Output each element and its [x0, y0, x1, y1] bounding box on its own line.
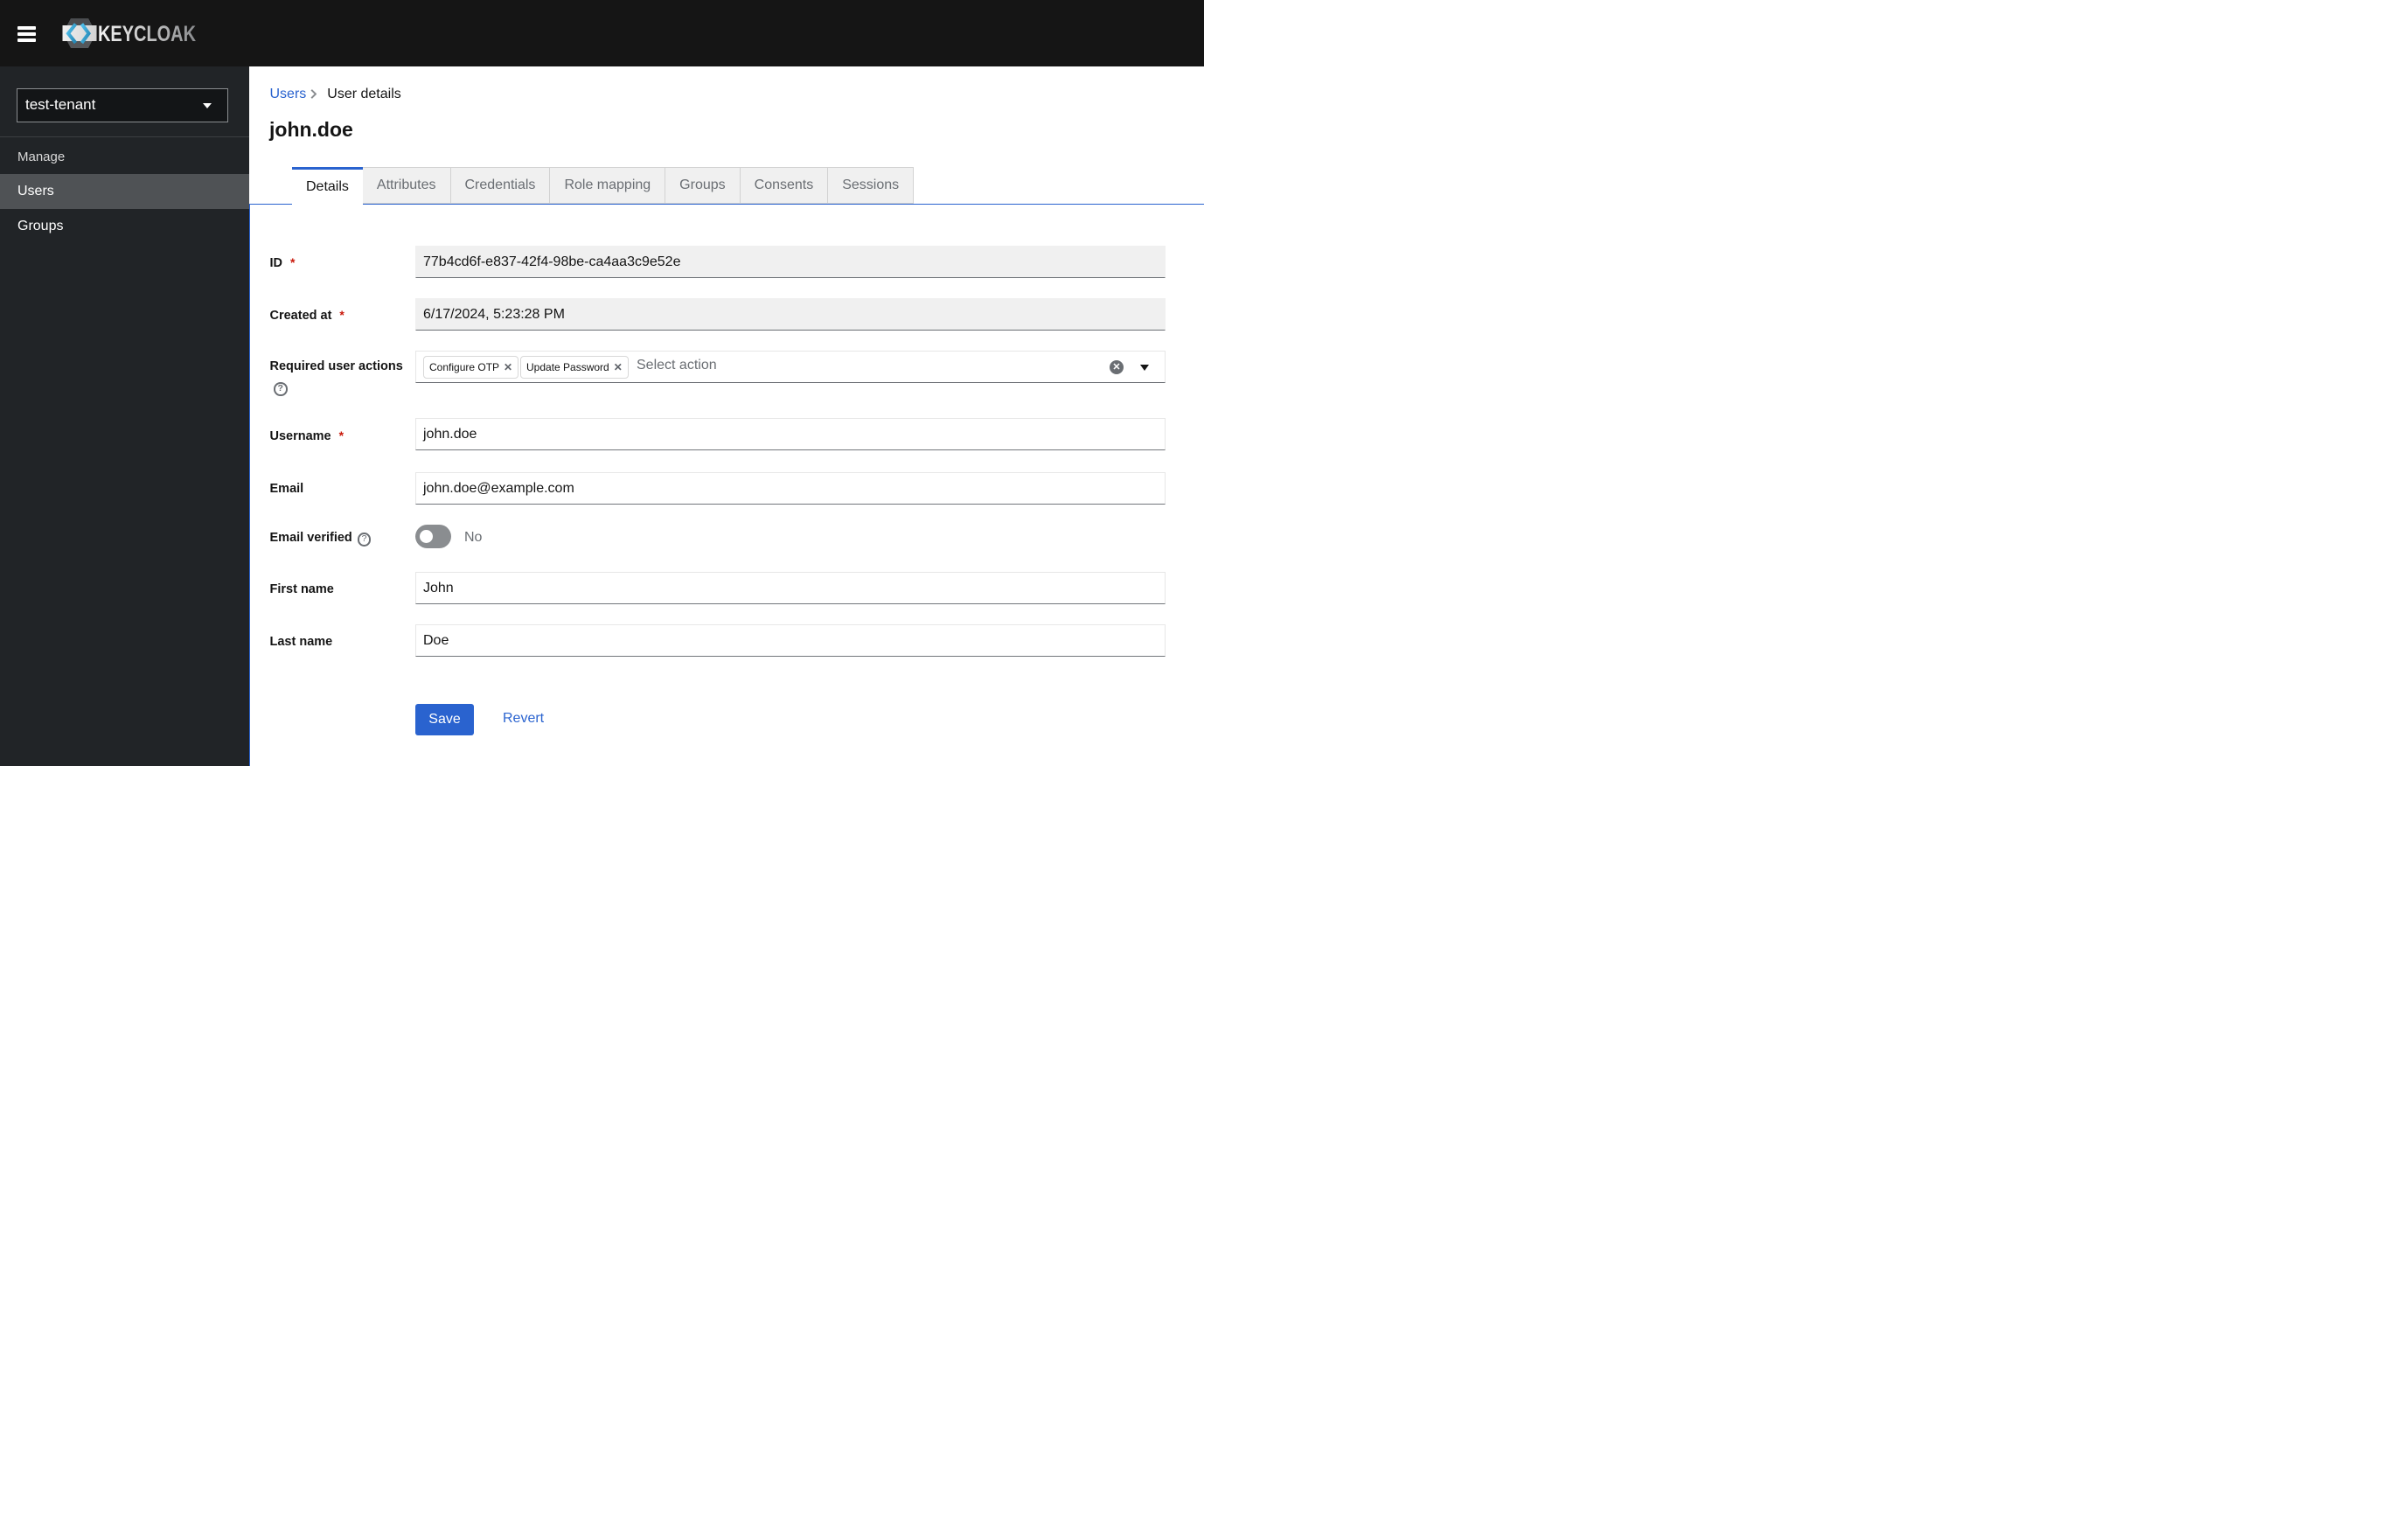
- svg-text:KEYCLOAK: KEYCLOAK: [98, 22, 196, 46]
